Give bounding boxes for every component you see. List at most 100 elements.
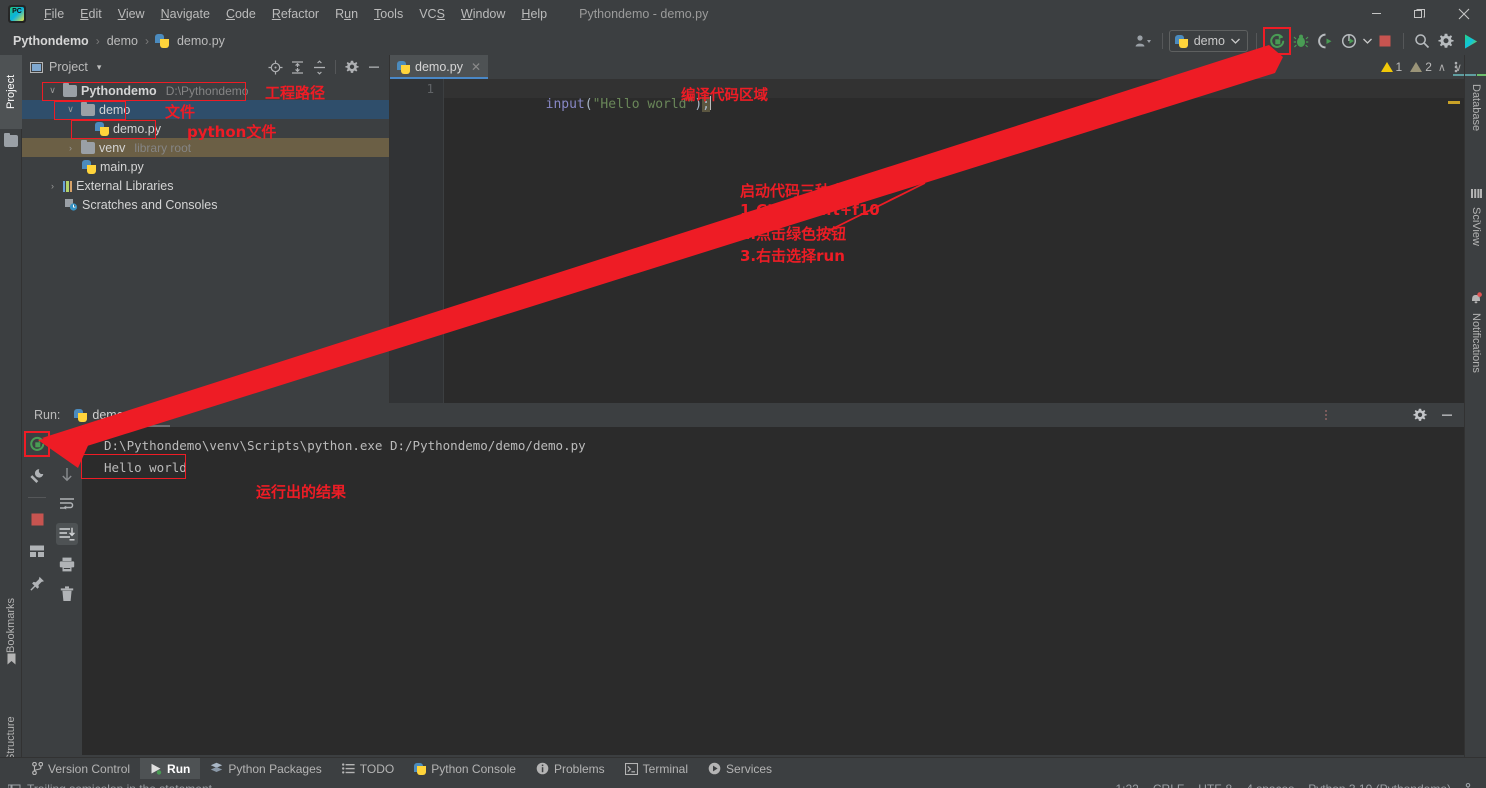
bottom-tab-python-packages[interactable]: Python Packages xyxy=(200,758,331,780)
bottom-tab-run[interactable]: Run xyxy=(140,757,201,780)
breadcrumb-project[interactable]: Pythondemo xyxy=(10,33,92,49)
profile-dropdown-button[interactable] xyxy=(1361,29,1373,53)
menu-help[interactable]: Help xyxy=(513,4,555,24)
caret-position[interactable]: 1:22 xyxy=(1116,782,1139,788)
menu-tools[interactable]: Tools xyxy=(366,4,411,24)
code-editor[interactable]: 1 input("Hello world"); xyxy=(390,79,1464,403)
menu-run-rest: n xyxy=(351,6,359,21)
clear-all-button[interactable] xyxy=(56,583,78,605)
menu-run[interactable]: Run xyxy=(327,4,366,24)
chevron-right-icon[interactable]: › xyxy=(64,143,77,153)
menu-file[interactable]: File xyxy=(36,4,72,24)
previous-occurrence-button[interactable] xyxy=(56,433,78,455)
chevron-down-icon[interactable]: ∨ xyxy=(46,85,59,96)
error-stripe-marker[interactable] xyxy=(1448,101,1460,104)
menu-window[interactable]: Window xyxy=(453,4,513,24)
editor-gutter: 1 xyxy=(390,79,443,403)
tree-row-main-py[interactable]: main.py xyxy=(22,157,389,176)
scroll-to-end-button[interactable] xyxy=(56,523,78,545)
bottom-tab-problems-label: Problems xyxy=(553,761,605,776)
bottom-tab-todo[interactable]: TODO xyxy=(332,758,404,780)
edit-configuration-button[interactable] xyxy=(26,465,48,487)
run-with-coverage-button[interactable] xyxy=(1313,29,1337,53)
menu-code[interactable]: Code xyxy=(218,4,264,24)
run-button[interactable] xyxy=(1263,27,1291,55)
next-occurrence-button[interactable] xyxy=(56,463,78,485)
bottom-tab-services[interactable]: Services xyxy=(698,758,782,780)
hide-run-panel-button[interactable] xyxy=(1437,406,1456,425)
chevron-down-icon[interactable]: ∨ xyxy=(64,104,77,115)
close-button[interactable] xyxy=(1442,0,1486,27)
sidebar-item-notifications[interactable]: Notifications xyxy=(1465,277,1486,387)
project-panel-dropdown[interactable]: ▾ xyxy=(97,62,102,73)
python-interpreter[interactable]: Python 3.10 (Pythondemo) xyxy=(1308,782,1451,788)
tree-row-scratches[interactable]: Scratches and Consoles xyxy=(22,195,389,214)
menu-edit[interactable]: Edit xyxy=(72,4,110,24)
file-encoding[interactable]: UTF-8 xyxy=(1198,782,1232,788)
run-panel-grip[interactable] xyxy=(1325,410,1327,420)
locate-icon xyxy=(268,60,283,74)
run-tab-label: demo xyxy=(92,408,124,422)
search-everywhere-button[interactable] xyxy=(1410,29,1434,53)
editor-tab-demo-py[interactable]: demo.py ✕ xyxy=(390,55,489,79)
run-icon xyxy=(1269,33,1284,48)
bottom-tab-python-console[interactable]: Python Console xyxy=(404,758,526,780)
tree-row-external-libraries[interactable]: › External Libraries xyxy=(22,176,389,195)
sidebar-item-sciview[interactable]: SciView xyxy=(1465,173,1486,261)
previous-problem-button[interactable]: ∧ xyxy=(1436,61,1448,74)
stop-process-button[interactable] xyxy=(26,508,48,530)
stop-button[interactable] xyxy=(1373,29,1397,53)
locate-file-button[interactable] xyxy=(266,58,285,77)
tree-row-demo[interactable]: ∨ demo xyxy=(22,100,389,119)
settings-button[interactable] xyxy=(1434,29,1458,53)
chevron-right-icon[interactable]: › xyxy=(46,181,59,191)
user-profile-button[interactable] xyxy=(1132,29,1156,53)
run-configuration-selector[interactable]: demo xyxy=(1168,30,1248,52)
run-console-output[interactable]: D:\Pythondemo\venv\Scripts\python.exe D:… xyxy=(82,427,1464,755)
minimize-button[interactable] xyxy=(1354,0,1398,27)
menu-navigate[interactable]: Navigate xyxy=(153,4,218,24)
bottom-tab-version-control[interactable]: Version Control xyxy=(22,758,140,780)
layout-settings-button[interactable] xyxy=(26,540,48,562)
bottom-tab-terminal[interactable]: Terminal xyxy=(615,758,698,780)
run-tab-demo[interactable]: demo ✕ xyxy=(74,403,143,427)
next-problem-button[interactable]: ∨ xyxy=(1452,61,1464,74)
menu-refactor[interactable]: Refactor xyxy=(264,4,327,24)
warning-count-1[interactable]: 1 xyxy=(1380,60,1402,74)
project-settings-button[interactable] xyxy=(342,58,361,77)
warning-count-2[interactable]: 2 xyxy=(1410,60,1432,74)
expand-all-button[interactable] xyxy=(288,58,307,77)
print-button[interactable] xyxy=(56,553,78,575)
indent-setting[interactable]: 4 spaces xyxy=(1246,782,1294,788)
collapse-all-button[interactable] xyxy=(310,58,329,77)
code-line-1[interactable]: input("Hello world"); xyxy=(443,81,711,112)
run-settings-button[interactable] xyxy=(1410,406,1429,425)
debug-button[interactable] xyxy=(1289,29,1313,53)
hide-project-panel-button[interactable] xyxy=(364,58,383,77)
main-toolbar: demo xyxy=(1132,27,1482,55)
close-icon[interactable]: ✕ xyxy=(133,408,143,423)
menu-vcs[interactable]: VCS xyxy=(411,4,453,24)
sidebar-item-database-label: Database xyxy=(1470,84,1482,132)
packages-icon xyxy=(211,762,223,772)
rerun-button[interactable] xyxy=(24,431,50,457)
maximize-button[interactable] xyxy=(1398,0,1442,27)
updates-button[interactable] xyxy=(1458,29,1482,53)
tree-row-demo-py[interactable]: demo.py xyxy=(22,119,389,138)
menu-view[interactable]: View xyxy=(110,4,153,24)
bottom-tab-problems[interactable]: Problems xyxy=(526,758,615,780)
line-separator[interactable]: CRLF xyxy=(1153,782,1184,788)
breadcrumb-file[interactable]: demo.py xyxy=(174,33,228,49)
git-branch-status-icon[interactable] xyxy=(1465,783,1478,788)
tree-row-venv[interactable]: › venv library root xyxy=(22,138,389,157)
code-token-semicolon: ; xyxy=(702,97,710,112)
sidebar-item-database[interactable]: Database xyxy=(1452,55,1486,151)
tree-row-pythondemo[interactable]: ∨ Pythondemo D:\Pythondemo xyxy=(22,81,389,100)
pin-tab-button[interactable] xyxy=(26,572,48,594)
profile-button[interactable] xyxy=(1337,29,1361,53)
sidebar-item-project[interactable]: Project xyxy=(0,55,22,129)
soft-wrap-icon xyxy=(60,498,74,510)
breadcrumb-demo[interactable]: demo xyxy=(104,33,141,49)
soft-wrap-button[interactable] xyxy=(56,493,78,515)
close-icon[interactable]: ✕ xyxy=(471,60,481,74)
